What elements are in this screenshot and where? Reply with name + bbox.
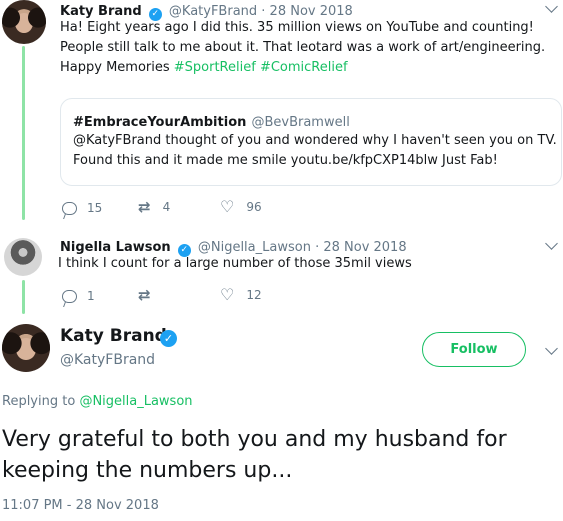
like-count: 12 bbox=[246, 288, 262, 302]
reply-button[interactable]: 1 bbox=[62, 289, 95, 303]
heart-icon: ♡ bbox=[220, 197, 235, 216]
retweet-button[interactable]: ⇄ bbox=[138, 286, 163, 304]
thread-line bbox=[22, 46, 25, 220]
retweet-icon: ⇄ bbox=[138, 286, 151, 304]
avatar[interactable] bbox=[2, 0, 46, 44]
quoted-author-handle: @BevBramwell bbox=[251, 115, 350, 130]
hashtag-link[interactable]: #ComicRelief bbox=[260, 60, 348, 75]
like-count: 96 bbox=[246, 200, 262, 214]
avatar[interactable] bbox=[2, 324, 50, 372]
heart-icon: ♡ bbox=[220, 285, 235, 304]
chevron-down-icon[interactable] bbox=[545, 237, 558, 250]
retweet-icon: ⇄ bbox=[138, 198, 151, 216]
thread-line bbox=[22, 280, 25, 314]
author-handle-date[interactable]: @Nigella_Lawson · 28 Nov 2018 bbox=[198, 240, 407, 255]
quoted-tweet[interactable]: #EmbraceYourAmbition @BevBramwell @KatyF… bbox=[60, 98, 562, 186]
verified-icon: ✓ bbox=[160, 330, 177, 347]
author-handle[interactable]: @KatyFBrand bbox=[60, 352, 155, 368]
main-tweet-text: Very grateful to both you and my husband… bbox=[2, 427, 507, 483]
author-name[interactable]: Nigella Lawson bbox=[60, 240, 171, 255]
quoted-author-name: #EmbraceYourAmbition bbox=[73, 115, 247, 130]
follow-button[interactable]: Follow bbox=[422, 332, 526, 367]
reply-icon bbox=[62, 201, 77, 215]
like-button[interactable]: ♡ 96 bbox=[220, 197, 262, 216]
quoted-text: @KatyFBrand thought of you and wondered … bbox=[73, 133, 557, 168]
reply-icon bbox=[62, 289, 77, 303]
retweet-count: 4 bbox=[162, 200, 171, 214]
author-handle-date[interactable]: @KatyFBrand · 28 Nov 2018 bbox=[169, 4, 353, 19]
retweet-button[interactable]: ⇄ 4 bbox=[138, 198, 171, 216]
tweet-text: I think I count for a large number of th… bbox=[58, 256, 412, 271]
chevron-down-icon[interactable] bbox=[545, 0, 558, 13]
chevron-down-icon[interactable] bbox=[545, 342, 558, 355]
reply-count: 1 bbox=[87, 289, 95, 303]
tweet-actions: 1 ⇄ ♡ 12 bbox=[62, 285, 362, 306]
reply-count: 15 bbox=[87, 201, 103, 215]
hashtag-link[interactable]: #SportRelief bbox=[174, 60, 256, 75]
reply-button[interactable]: 15 bbox=[62, 201, 102, 215]
avatar[interactable] bbox=[4, 238, 42, 276]
author-name[interactable]: Katy Brand bbox=[60, 326, 167, 346]
like-button[interactable]: ♡ 12 bbox=[220, 285, 262, 304]
tweet-actions: 15 ⇄ 4 ♡ 96 bbox=[62, 197, 362, 218]
replying-to: Replying to @Nigella_Lawson bbox=[2, 394, 193, 409]
author-name[interactable]: Katy Brand bbox=[60, 4, 142, 19]
replying-handle-link[interactable]: @Nigella_Lawson bbox=[79, 394, 192, 409]
tweet-timestamp[interactable]: 11:07 PM - 28 Nov 2018 bbox=[2, 498, 159, 513]
tweet-text: Ha! Eight years ago I did this. 35 milli… bbox=[60, 20, 546, 75]
